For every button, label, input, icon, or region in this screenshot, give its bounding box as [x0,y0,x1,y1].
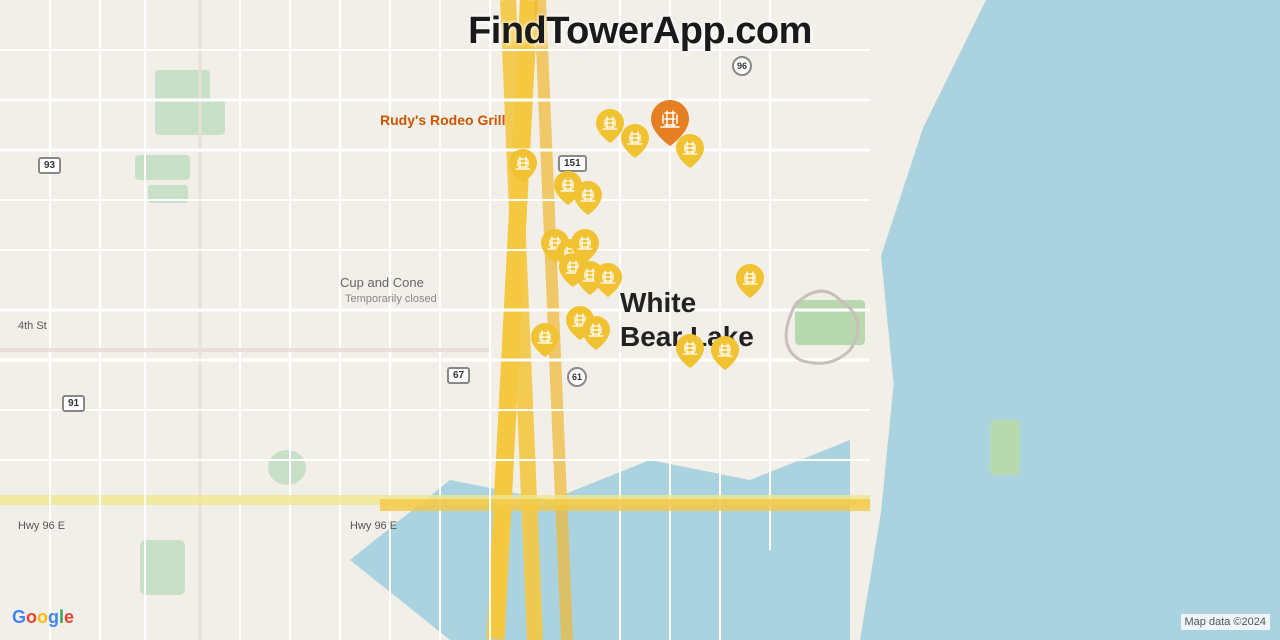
map-container: FindTowerApp.com Rudy's Rodeo Grill Cup … [0,0,1280,640]
pin-tower-p16[interactable] [531,323,559,357]
pin-tower-p1[interactable] [509,149,537,183]
shield-93: 93 [38,157,61,174]
pin-tower-p6[interactable] [574,181,602,215]
pin-tower-p12[interactable] [594,263,622,297]
shield-67: 67 [447,367,470,384]
pin-tower-p13[interactable] [736,264,764,298]
pin-tower-p18[interactable] [711,336,739,370]
pin-tower-p3[interactable] [621,124,649,158]
label-4th-st: 4th St [18,320,47,332]
label-hwy-96e-left: Hwy 96 E [18,520,65,532]
shield-91: 91 [62,395,85,412]
shield-151: 151 [558,155,587,172]
shield-61: 61 [567,367,587,387]
label-hwy-96e-right: Hwy 96 E [350,520,397,532]
pin-tower-p15[interactable] [582,316,610,350]
map-data-attribution: Map data ©2024 [1181,614,1271,630]
google-logo: Google [12,607,74,628]
label-cup-and-cone: Cup and Cone [340,275,424,290]
pin-orange-feature[interactable] [651,100,689,146]
page-title: FindTowerApp.com [0,10,1280,53]
shield-96: 96 [732,56,752,76]
label-rudys-rodeo-grill: Rudy's Rodeo Grill [380,112,505,128]
pin-tower-p17[interactable] [676,334,704,368]
pin-tower-p2[interactable] [596,109,624,143]
label-cup-cone-status: Temporarily closed [345,293,437,305]
